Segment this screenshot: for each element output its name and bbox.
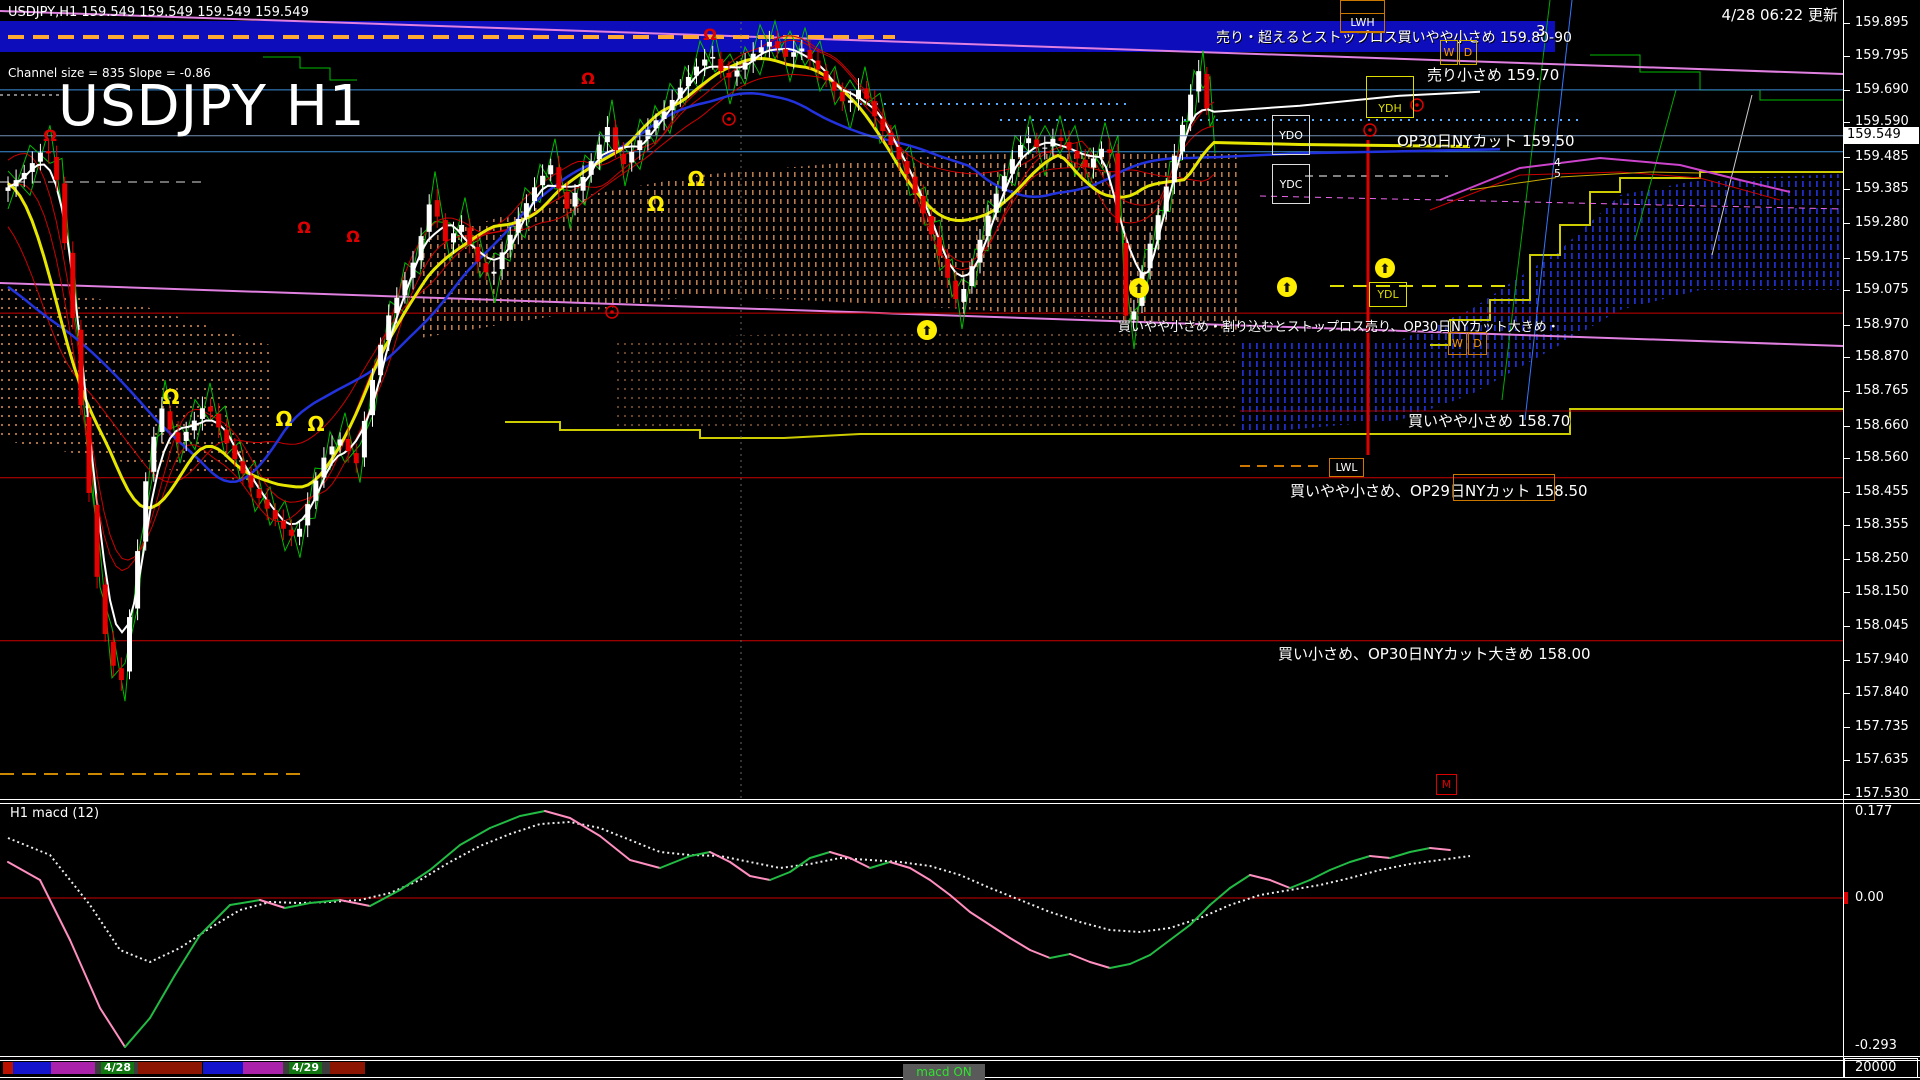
svg-text:Ω: Ω xyxy=(275,407,292,431)
symbol-ohlc-line: USDJPY,H1 159.549 159.549 159.549 159.54… xyxy=(8,5,309,20)
daily-label-mid[interactable]: D xyxy=(1468,332,1487,355)
price-axis-tick: 158.560 xyxy=(1844,450,1909,466)
timeline-date-label: 4/29 xyxy=(289,1062,322,1074)
annotation-fraction: 4 5 xyxy=(1554,157,1561,179)
svg-text:Ω: Ω xyxy=(703,25,717,44)
price-axis-tick: 158.045 xyxy=(1844,618,1909,634)
timeline-session-block xyxy=(138,1062,202,1074)
chart-canvas[interactable]: ΩΩ ΩΩΩΩΩ ΩΩΩ⬆⬆ ⬆⬆ xyxy=(0,0,1920,1080)
annotation-sell-stop-15980: 売り・超えるとストップロス買いやや小さめ 159.80-90 xyxy=(1216,30,1572,46)
price-axis-tick: 159.280 xyxy=(1844,215,1909,231)
price-axis-tick: 157.530 xyxy=(1844,785,1909,801)
price-axis[interactable]: 159.549 159.895 159.795 159.690 159.590 159.… xyxy=(1843,0,1920,1080)
svg-text:Ω: Ω xyxy=(297,218,311,237)
mt4-chart-window: Ω Ω Ω Ω Ω Ω Ω Ω Ω Ω ⬆ ⬆ ⬆ ⬆ USDJPY,H1 159.549 159.549… xyxy=(0,0,1920,1080)
annotation-buy-15800: 買い小さめ、OP30日NYカット大きめ 158.00 xyxy=(1278,645,1591,663)
weekly-label-mid[interactable]: W xyxy=(1448,332,1467,355)
price-axis-tick: 158.355 xyxy=(1844,517,1909,533)
price-axis-tick: 158.455 xyxy=(1844,484,1909,500)
price-axis-tick: 159.175 xyxy=(1844,249,1909,265)
macd-axis-min: -0.293 xyxy=(1855,1038,1897,1053)
timeline-session-block xyxy=(51,1062,95,1074)
annotation-buy-15895: 買いやや小さめ・割り込むとストップロス売り、OP30日NYカット大きめ・ xyxy=(1118,320,1560,335)
lwl-extra-box[interactable] xyxy=(1453,474,1555,501)
price-axis-tick: 159.485 xyxy=(1844,148,1909,164)
macd-axis-max: 0.177 xyxy=(1855,804,1893,819)
ydl-label[interactable]: YDL xyxy=(1369,282,1407,307)
svg-text:⬆: ⬆ xyxy=(1134,282,1145,297)
svg-text:Ω: Ω xyxy=(687,167,704,191)
macd-panel-title: H1 macd (12) xyxy=(10,806,100,821)
macd-toggle-button[interactable]: macd ON xyxy=(903,1064,985,1080)
timeline-session-block xyxy=(3,1062,13,1074)
last-update-time: 4/28 06:22 更新 xyxy=(1721,6,1838,24)
price-axis-tick: 159.895 xyxy=(1844,15,1909,30)
channel-info-text: Channel size = 835 Slope = -0.86 xyxy=(8,66,211,80)
monthly-label[interactable]: M xyxy=(1436,774,1457,795)
svg-text:Ω: Ω xyxy=(581,69,595,88)
lwl-label[interactable]: LWL xyxy=(1329,458,1364,477)
timeline-date-label: 4/28 xyxy=(101,1062,134,1074)
volume-scale-label: 20000 xyxy=(1855,1060,1897,1075)
svg-text:Ω: Ω xyxy=(162,385,179,409)
svg-text:Ω: Ω xyxy=(307,412,324,436)
macd-axis-zero: 0.00 xyxy=(1855,890,1884,905)
annotation-count-3: 3 xyxy=(1536,22,1546,40)
timeline-session-block xyxy=(203,1062,243,1074)
price-axis-tick: 157.940 xyxy=(1844,652,1909,668)
ydc-label[interactable]: YDC xyxy=(1272,164,1310,204)
svg-text:⬆: ⬆ xyxy=(922,324,933,339)
svg-text:⬆: ⬆ xyxy=(1282,281,1293,296)
svg-text:Ω: Ω xyxy=(43,126,57,145)
current-price-badge: 159.549 xyxy=(1844,126,1919,144)
price-axis-tick: 158.970 xyxy=(1844,316,1909,332)
price-axis-tick: 158.150 xyxy=(1844,583,1909,599)
annotation-sell-15970: 売り小さめ 159.70 xyxy=(1427,66,1560,84)
price-axis-tick: 157.735 xyxy=(1844,719,1909,735)
annotation-buy-15870: 買いやや小さめ 158.70 xyxy=(1408,412,1571,430)
price-axis-tick: 159.795 xyxy=(1844,47,1909,63)
lwh-label[interactable]: LWH xyxy=(1340,13,1385,32)
weekly-label-top[interactable]: W xyxy=(1440,40,1458,65)
price-axis-tick: 159.385 xyxy=(1844,181,1909,197)
ydh-label[interactable]: YDH xyxy=(1366,76,1414,118)
price-axis-tick: 157.840 xyxy=(1844,684,1909,700)
price-axis-tick: 158.870 xyxy=(1844,349,1909,365)
timeline-session-block xyxy=(330,1062,365,1074)
svg-text:Ω: Ω xyxy=(346,227,360,246)
price-axis-tick: 159.075 xyxy=(1844,282,1909,298)
fraction-bottom: 5 xyxy=(1554,167,1561,180)
chart-watermark: USDJPY H1 xyxy=(58,74,366,139)
ydo-label[interactable]: YDO xyxy=(1272,115,1310,155)
timeline-session-block xyxy=(13,1062,51,1074)
annotation-op-15950: OP30日NYカット 159.50 xyxy=(1397,132,1575,150)
svg-text:Ω: Ω xyxy=(647,192,664,216)
price-axis-tick: 158.660 xyxy=(1844,417,1909,433)
price-axis-tick: 158.250 xyxy=(1844,551,1909,567)
timeline-session-block xyxy=(243,1062,283,1074)
price-axis-tick: 158.765 xyxy=(1844,383,1909,399)
svg-text:⬆: ⬆ xyxy=(1380,262,1391,277)
price-axis-tick: 159.690 xyxy=(1844,81,1909,97)
price-axis-tick: 157.635 xyxy=(1844,751,1909,767)
daily-label-top[interactable]: D xyxy=(1459,40,1477,65)
